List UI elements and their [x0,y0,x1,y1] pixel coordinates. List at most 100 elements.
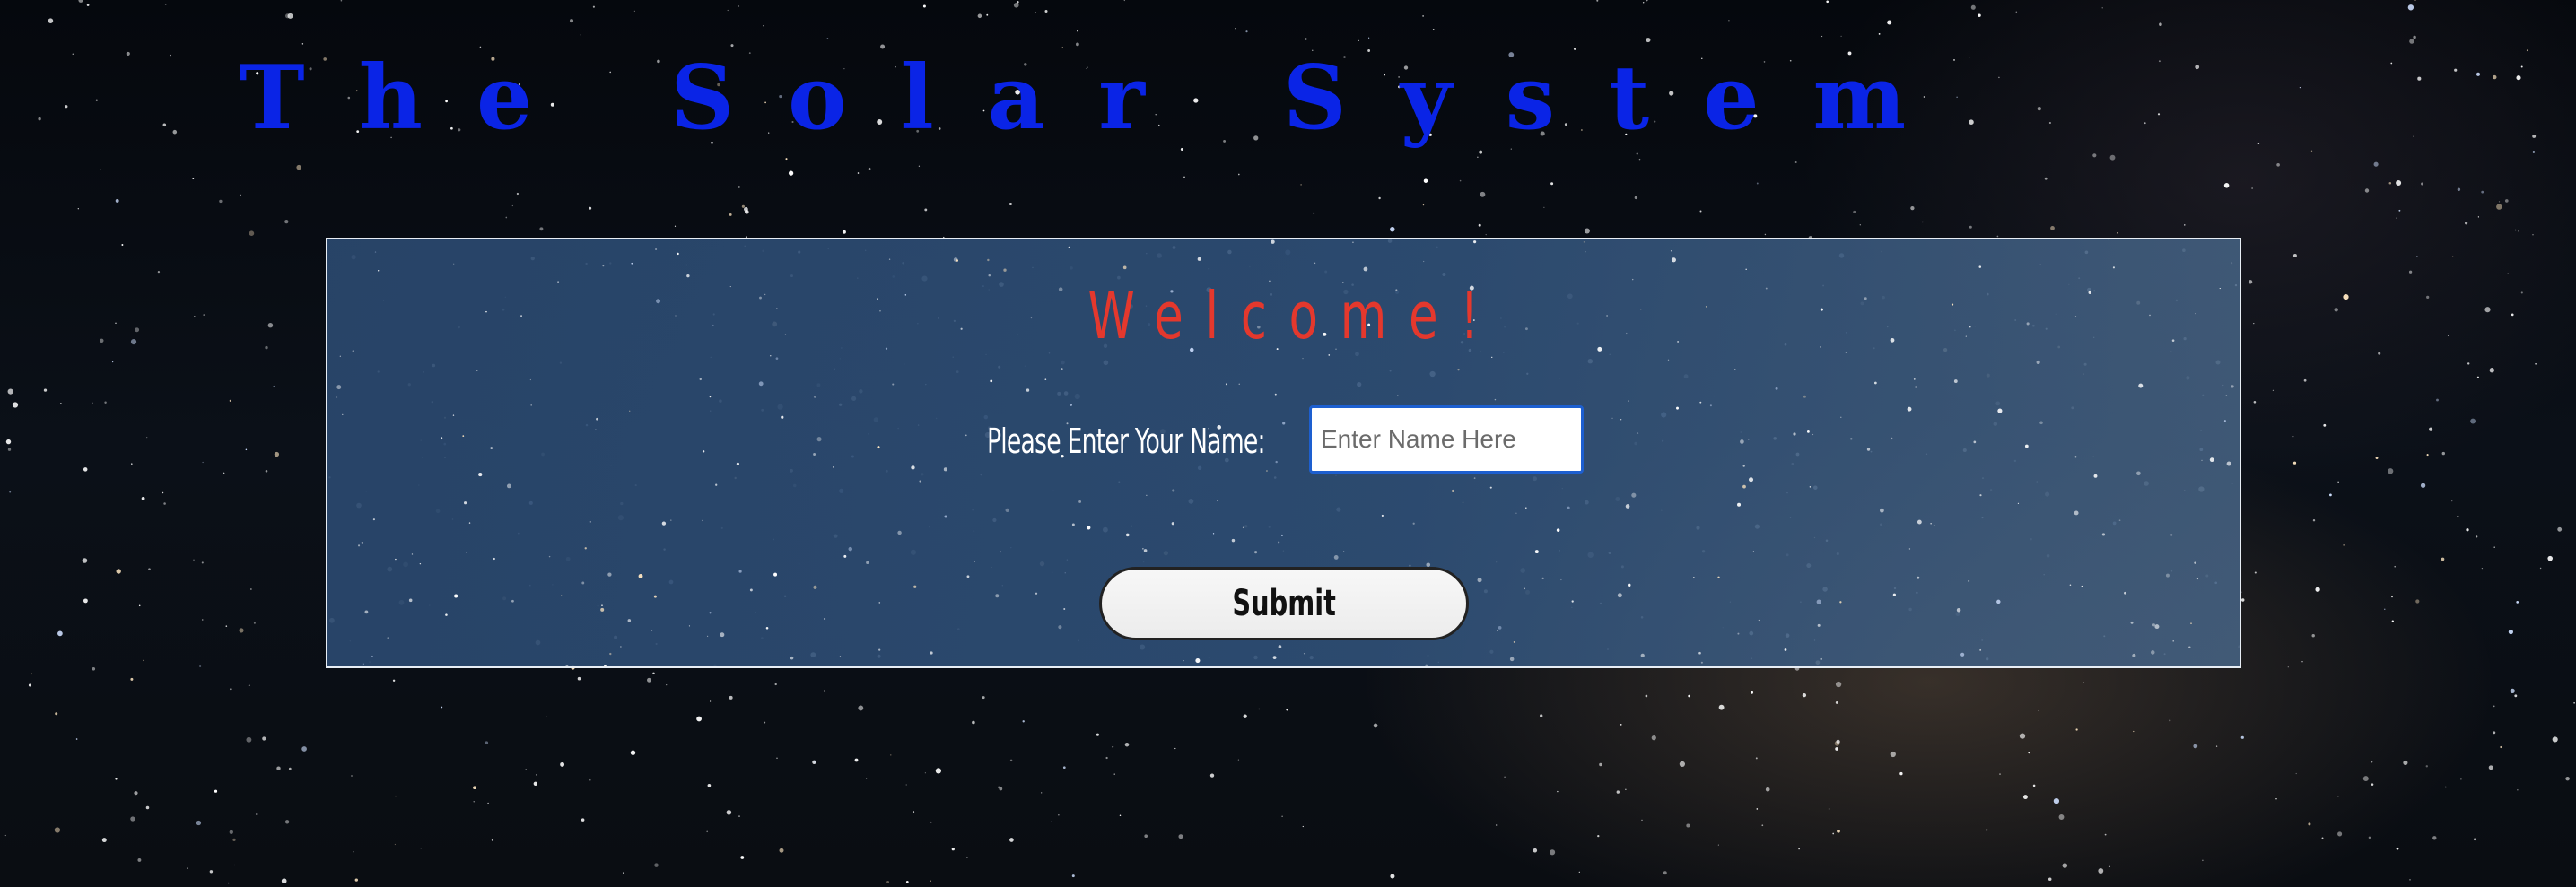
star [653,595,657,598]
star [1821,35,1823,38]
star [886,880,890,883]
star [1368,37,1370,39]
star [930,651,933,655]
star [620,646,622,648]
star [1645,694,1648,698]
star [192,178,195,179]
star [463,501,467,505]
star [972,720,975,725]
star [1583,241,1585,243]
star [1794,161,1797,163]
star [1616,790,1620,794]
star [2109,154,2116,161]
star [1313,212,1315,214]
star [485,741,489,744]
star [453,263,455,265]
star [1625,504,1630,509]
star [1009,202,1012,206]
star [387,637,389,639]
star [411,553,414,555]
star [2028,752,2030,754]
star [842,230,846,234]
star [1969,225,1972,229]
star [1755,757,1758,760]
star [92,667,96,671]
star [473,801,475,803]
name-input[interactable] [1309,405,1584,474]
star [273,385,275,387]
submit-button[interactable]: Submit [1099,567,1469,640]
star [977,13,982,19]
star [209,870,214,874]
star [1096,733,1099,736]
star [5,439,12,445]
star [854,758,859,762]
star [2388,468,2394,474]
star [1423,178,1428,183]
star [2488,765,2493,770]
star [86,4,90,6]
star [12,402,19,408]
star [2150,650,2155,655]
star [584,547,587,550]
star [2477,216,2480,218]
star [248,684,250,687]
star [600,607,605,612]
star [2098,868,2104,874]
star [131,463,133,465]
star [1642,2,1645,4]
star [1195,658,1201,664]
star [1274,393,1277,396]
star [2481,190,2484,194]
star [2426,295,2430,300]
star [1209,773,1215,778]
star [638,573,643,578]
star [408,598,413,603]
star [706,830,709,833]
star [2432,836,2437,840]
star [377,270,380,272]
star [354,878,358,882]
star [826,38,829,39]
star [1978,13,1981,17]
star [2504,199,2509,203]
star [1970,4,1976,10]
star [2019,733,2026,739]
star [1422,15,1424,17]
star [2498,201,2501,203]
star [2447,334,2449,336]
star [491,839,493,841]
star [627,619,632,622]
star [1873,381,1877,385]
star [1178,834,1183,839]
star [1890,751,1896,758]
star [1880,508,1884,513]
star [1513,641,1515,643]
star [2470,418,2476,424]
star [1765,787,1770,792]
star [1035,592,1038,595]
star [1278,645,1282,648]
star [2225,395,2228,396]
star [115,198,119,203]
star [2231,385,2234,388]
star [157,270,161,274]
star [974,561,975,562]
star [141,497,145,500]
star [1242,526,1244,529]
star [2240,735,2244,739]
star [1071,523,1075,526]
star [1423,260,1425,263]
star [1485,233,1487,236]
star [2415,599,2420,604]
star [1078,500,1082,503]
star [2108,865,2110,868]
star [1751,691,1753,694]
star [336,385,342,390]
star [1636,152,1638,155]
star [1071,874,1075,878]
star [2552,736,2558,743]
star [2403,760,2408,765]
star [1302,358,1304,360]
star [2088,291,2091,295]
